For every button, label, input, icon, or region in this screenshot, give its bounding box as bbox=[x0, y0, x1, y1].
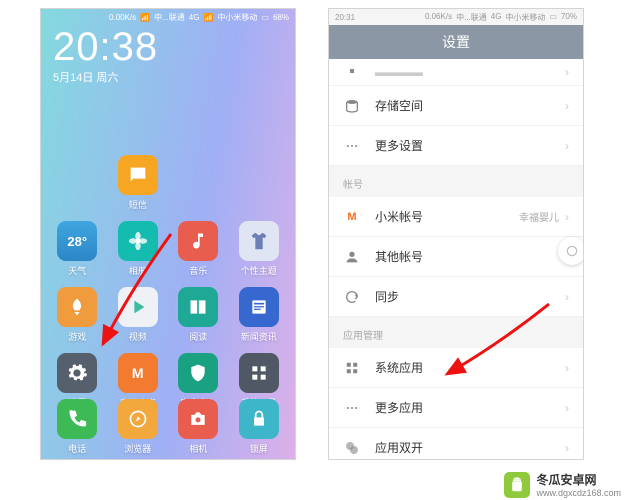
play-icon bbox=[127, 296, 149, 318]
shirt-icon bbox=[248, 230, 270, 252]
chat-icon bbox=[127, 164, 149, 186]
app-reader[interactable]: 阅读 bbox=[170, 287, 227, 343]
row-more-apps[interactable]: 更多应用 › bbox=[329, 388, 583, 428]
net-type: 4G bbox=[491, 12, 502, 23]
app-sms[interactable]: 短信 bbox=[110, 155, 167, 211]
row-more-settings[interactable]: 更多设置 › bbox=[329, 126, 583, 166]
net-speed: 0.06K/s bbox=[425, 12, 452, 23]
carrier1: 中...联通 bbox=[154, 12, 185, 23]
clock-widget[interactable]: 20:38 5月14日 周六 bbox=[41, 23, 295, 85]
app-news[interactable]: 新闻资讯 bbox=[231, 287, 288, 343]
person-icon bbox=[343, 248, 361, 266]
settings-list[interactable]: ▪ ▬▬▬▬ › 存储空间 › 更多设置 › bbox=[329, 59, 583, 166]
statusbar: 20:31 0.06K/s 中...联通 4G 中小米移动 ▭ 70% bbox=[329, 9, 583, 25]
chevron-right-icon: › bbox=[565, 99, 569, 113]
android-icon bbox=[504, 472, 530, 498]
row-other-account[interactable]: 其他帐号 › bbox=[329, 237, 583, 277]
dock: 电话 浏览器 相机 锁屏 bbox=[41, 393, 295, 459]
settings-phone: 20:31 0.06K/s 中...联通 4G 中小米移动 ▭ 70% 设置 ▪… bbox=[328, 8, 584, 460]
generic-icon: ▪ bbox=[343, 63, 361, 81]
dock-camera[interactable]: 相机 bbox=[170, 399, 227, 455]
statusbar: 0.00K/s 📶 中...联通 4G 📶 中小米移动 ▭ 68% bbox=[41, 9, 295, 23]
row-sync[interactable]: 同步 › bbox=[329, 277, 583, 317]
mi-icon: M bbox=[343, 208, 361, 226]
app-weather[interactable]: 28° 天气 bbox=[49, 221, 106, 277]
mi-account-value: 幸福婴儿 bbox=[519, 209, 559, 224]
battery-pct: 70% bbox=[561, 12, 577, 23]
carrier2: 中小米移动 bbox=[505, 12, 545, 23]
app-grid: 短信 28° 天气 相册 音乐 bbox=[49, 155, 287, 409]
chevron-right-icon: › bbox=[565, 290, 569, 304]
chevron-right-icon: › bbox=[565, 361, 569, 375]
row-mi-account[interactable]: M 小米帐号 幸福婴儿 › bbox=[329, 197, 583, 237]
app-games[interactable]: 游戏 bbox=[49, 287, 106, 343]
section-apps: 应用管理 bbox=[329, 317, 583, 348]
chevron-right-icon: › bbox=[565, 210, 569, 224]
wallpaper: 0.00K/s 📶 中...联通 4G 📶 中小米移动 ▭ 68% 20:38 … bbox=[41, 9, 295, 459]
dock-browser[interactable]: 浏览器 bbox=[110, 399, 167, 455]
app-video[interactable]: 视频 bbox=[110, 287, 167, 343]
note-icon bbox=[188, 231, 208, 251]
battery-pct: 68% bbox=[273, 13, 289, 22]
battery-icon: ▭ bbox=[549, 12, 557, 23]
battery-icon: ▭ bbox=[261, 13, 269, 22]
dock-phone[interactable]: 电话 bbox=[49, 399, 106, 455]
clock-time: 20:38 bbox=[53, 27, 283, 67]
circle-icon bbox=[565, 244, 579, 258]
sync-icon bbox=[343, 288, 361, 306]
row-system-apps[interactable]: 系统应用 › bbox=[329, 348, 583, 388]
more-icon bbox=[343, 399, 361, 417]
row-hidden-top[interactable]: ▪ ▬▬▬▬ › bbox=[329, 59, 583, 86]
dual-icon bbox=[343, 439, 361, 457]
chevron-right-icon: › bbox=[565, 65, 569, 79]
gear-icon bbox=[66, 362, 88, 384]
wifi-icon: 📶 bbox=[140, 13, 150, 22]
actionbar-title: 设置 bbox=[329, 25, 583, 59]
carrier2: 中小米移动 bbox=[217, 12, 257, 23]
grid-icon bbox=[249, 363, 269, 383]
row-storage[interactable]: 存储空间 › bbox=[329, 86, 583, 126]
flower-icon bbox=[127, 230, 149, 252]
section-account: 帐号 bbox=[329, 166, 583, 197]
home-screen-phone: 0.00K/s 📶 中...联通 4G 📶 中小米移动 ▭ 68% 20:38 … bbox=[40, 8, 296, 460]
weather-temp: 28° bbox=[57, 221, 97, 261]
lock-icon bbox=[249, 409, 269, 429]
floating-shortcut-button[interactable] bbox=[558, 237, 584, 265]
apps-icon bbox=[343, 359, 361, 377]
news-icon bbox=[249, 297, 269, 317]
dock-lock[interactable]: 锁屏 bbox=[231, 399, 288, 455]
watermark-url: www.dgxcdz168.com bbox=[536, 488, 621, 498]
row-dual-apps[interactable]: 应用双开 › bbox=[329, 428, 583, 460]
chevron-right-icon: › bbox=[565, 139, 569, 153]
app-gallery[interactable]: 相册 bbox=[110, 221, 167, 277]
chevron-right-icon: › bbox=[565, 401, 569, 415]
signal-icon: 📶 bbox=[203, 13, 213, 22]
carrier1: 中...联通 bbox=[456, 12, 487, 23]
more-icon bbox=[343, 137, 361, 155]
status-time: 20:31 bbox=[335, 13, 355, 22]
app-themes[interactable]: 个性主题 bbox=[231, 221, 288, 277]
app-music[interactable]: 音乐 bbox=[170, 221, 227, 277]
clock-date: 5月14日 周六 bbox=[53, 69, 283, 85]
rocket-icon bbox=[67, 297, 87, 317]
camera-icon bbox=[188, 409, 208, 429]
phone-icon bbox=[67, 409, 87, 429]
compass-icon bbox=[128, 409, 148, 429]
net-speed: 0.00K/s bbox=[109, 13, 136, 22]
watermark: 冬瓜安卓网 www.dgxcdz168.com bbox=[504, 471, 621, 498]
shield-icon bbox=[188, 363, 208, 383]
watermark-name: 冬瓜安卓网 bbox=[536, 471, 621, 488]
book-icon bbox=[188, 297, 208, 317]
storage-icon bbox=[343, 97, 361, 115]
net-type: 4G bbox=[189, 13, 200, 22]
chevron-right-icon: › bbox=[565, 441, 569, 455]
